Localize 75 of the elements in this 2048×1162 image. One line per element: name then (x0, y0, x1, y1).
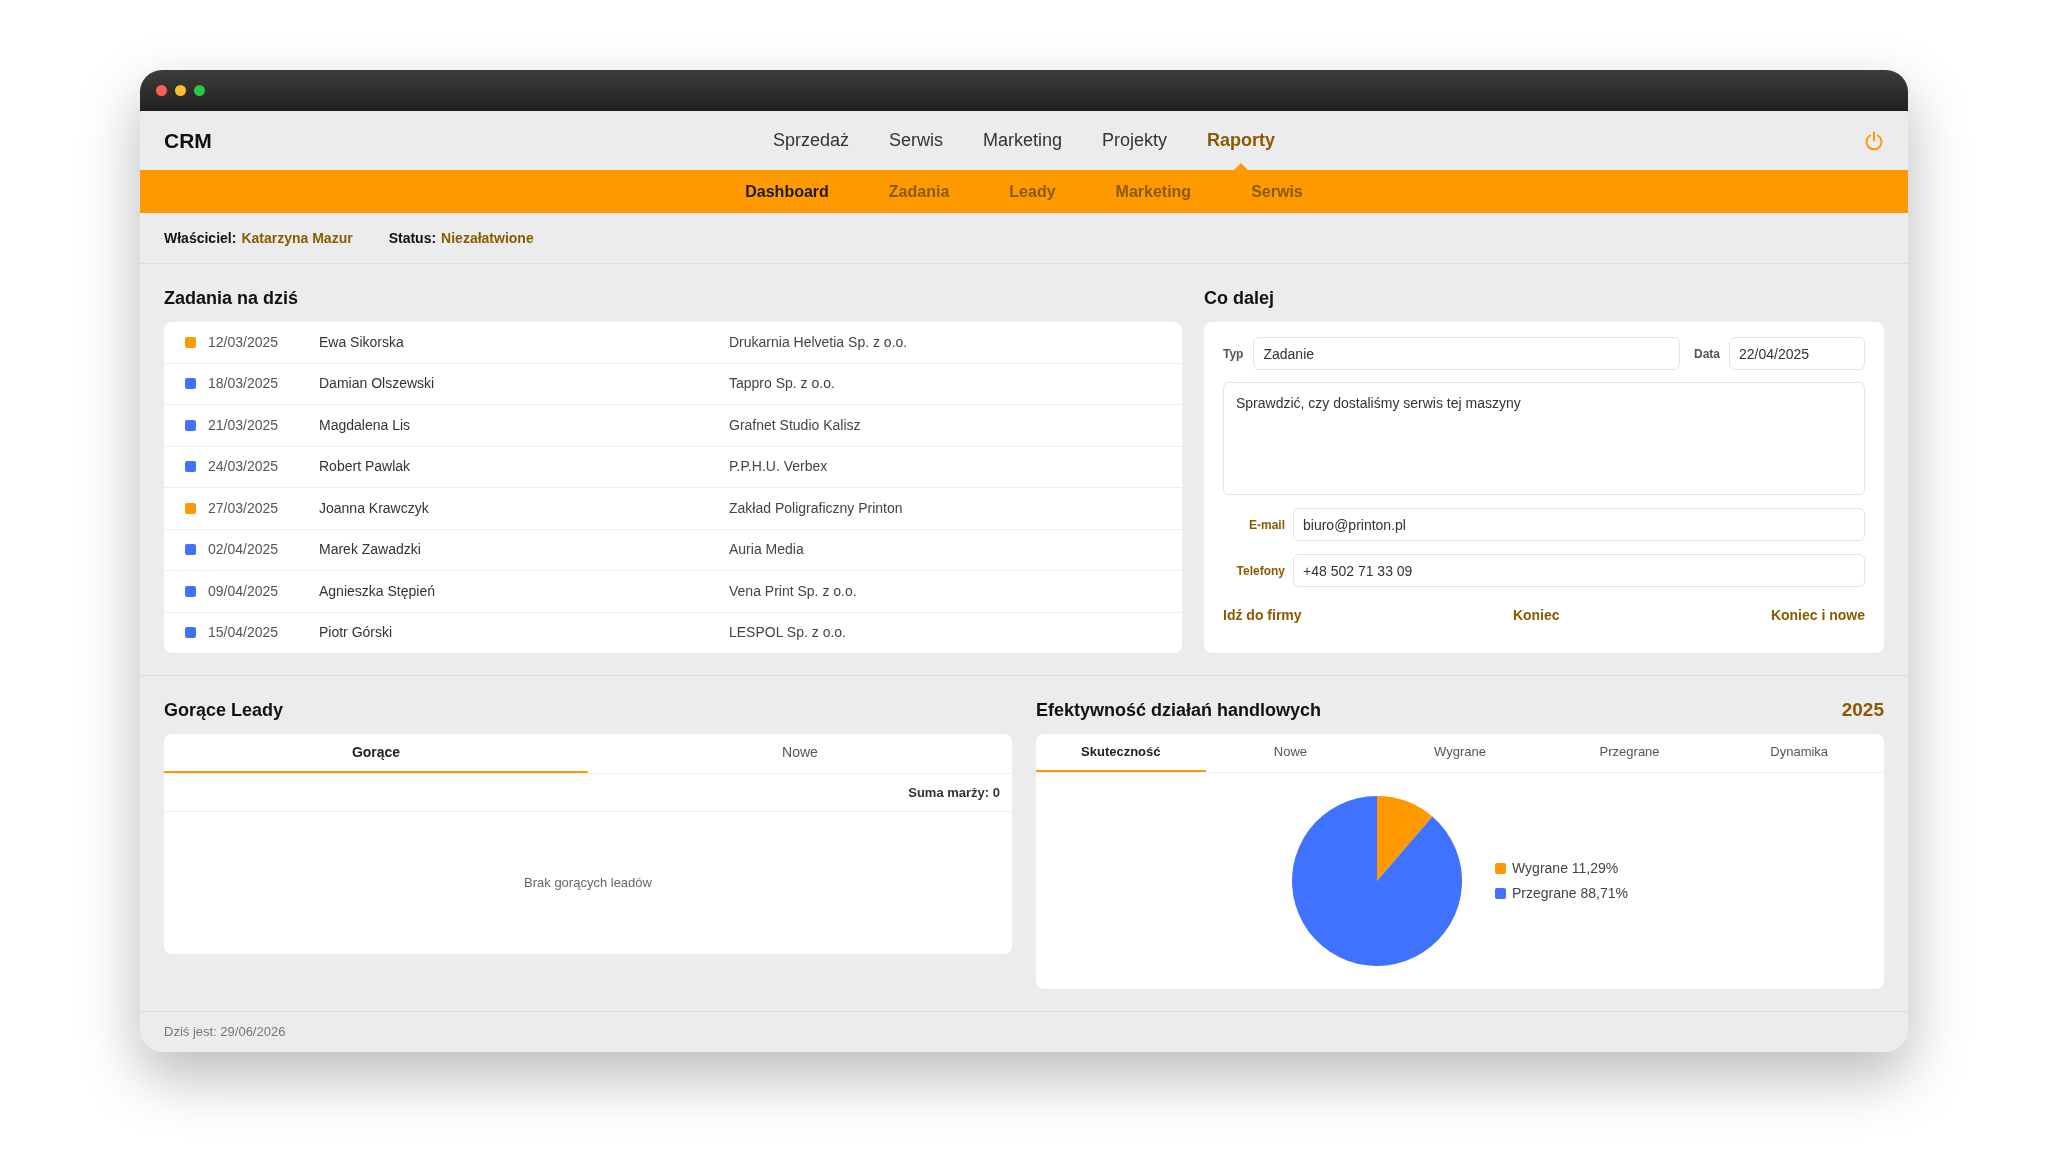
type-label: Typ (1223, 345, 1244, 363)
task-contact: Magdalena Lis (319, 416, 411, 433)
task-row[interactable]: 09/04/2025 Agnieszka Stępień Vena Print Sp. z o.o. (164, 571, 1182, 613)
phone-field[interactable]: +48 502 71 33 09 (1293, 554, 1865, 587)
nav-tab[interactable]: Marketing (983, 111, 1062, 170)
section-title: Efektywność działań handlowych (1036, 699, 1322, 722)
task-row[interactable]: 02/04/2025 Marek Zawadzki Auria Media (164, 529, 1182, 571)
margin-sum-text: Suma marży: 0 (908, 783, 1000, 802)
section-title: Zadania na dziś (164, 287, 300, 310)
year-label[interactable]: 2025 (1841, 698, 1884, 722)
section-title: Co dalej (1204, 287, 1275, 310)
subnav-tab[interactable]: Dashboard (745, 170, 829, 213)
task-date: 12/03/2025 (208, 333, 279, 350)
task-company: Drukarnia Helvetia Sp. z o.o. (729, 332, 908, 352)
current-date-text: Dziś jest: 29/06/2026 (164, 1023, 286, 1042)
chart-tab[interactable]: Dynamika (1714, 734, 1884, 772)
section-title: Gorące Leady (164, 699, 285, 722)
task-row[interactable]: 24/03/2025 Robert Pawlak P.P.H.U. Verbex (164, 446, 1182, 488)
email-field[interactable]: biuro@printon.pl (1293, 508, 1865, 541)
task-row[interactable]: 15/04/2025 Piotr Górski LESPOL Sp. z o.o. (164, 612, 1182, 653)
type-field[interactable]: Zadanie (1253, 337, 1680, 370)
task-contact: Joanna Krawczyk (319, 499, 429, 516)
action-link[interactable]: Idź do firmy (1223, 605, 1302, 626)
action-link[interactable]: Koniec (1512, 605, 1560, 626)
date-field[interactable]: 22/04/2025 (1729, 337, 1865, 370)
chart-tab[interactable]: Nowe (1205, 734, 1376, 772)
task-company: P.P.H.U. Verbex (729, 457, 828, 477)
task-date: 09/04/2025 (208, 582, 279, 599)
task-contact: Ewa Sikorska (319, 333, 404, 350)
task-contact: Robert Pawlak (319, 458, 411, 475)
task-date: 27/03/2025 (208, 499, 279, 516)
task-company: Zakład Poligraficzny Printon (729, 498, 903, 518)
task-date: 21/03/2025 (208, 416, 279, 433)
task-contact: Marek Zawadzki (319, 541, 421, 558)
leads-tab[interactable]: Gorące (164, 734, 588, 773)
chart-tab[interactable]: Wygrane (1375, 734, 1545, 772)
action-link[interactable]: Koniec i nowe (1770, 605, 1865, 626)
leads-tab[interactable]: Nowe (588, 734, 1012, 773)
date-label: Data (1694, 345, 1720, 363)
task-company: Vena Print Sp. z o.o. (729, 581, 857, 601)
window-minimize-icon[interactable] (175, 85, 186, 96)
legend-label: Wygrane 11,29% (1512, 859, 1619, 878)
chart-tab[interactable]: Przegrane (1544, 734, 1715, 772)
task-contact: Damian Olszewski (319, 375, 435, 392)
window-zoom-icon[interactable] (194, 85, 205, 96)
nav-tab[interactable]: Serwis (888, 111, 943, 170)
task-company: Tappro Sp. z o.o. (729, 374, 835, 394)
task-company: LESPOL Sp. z o.o. (729, 623, 846, 643)
info-value[interactable]: Katarzyna Mazur (241, 227, 353, 249)
info-label: Właściciel: (164, 228, 237, 248)
task-date: 15/04/2025 (208, 624, 279, 641)
task-row[interactable]: 12/03/2025 Ewa Sikorska Drukarnia Helvetia Sp. z o.o. (164, 322, 1182, 364)
chart-tab[interactable]: Skuteczność (1036, 734, 1206, 772)
empty-message: Brak gorących leadów (524, 874, 652, 893)
task-date: 18/03/2025 (208, 375, 279, 392)
app-logo[interactable]: CRM (164, 128, 212, 152)
task-row[interactable]: 21/03/2025 Magdalena Lis Grafnet Studio Kalisz (164, 405, 1182, 447)
info-label: Status: (388, 228, 437, 248)
nav-tab[interactable]: Projekty (1102, 111, 1168, 170)
nav-tab[interactable]: Sprzedaż (772, 111, 849, 170)
note-field[interactable]: Sprawdzić, czy dostaliśmy serwis tej maszyny (1223, 382, 1865, 495)
window-close-icon[interactable] (156, 85, 167, 96)
task-contact: Piotr Górski (319, 624, 393, 641)
info-value[interactable]: Niezałatwione (441, 227, 534, 249)
email-label: E-mail (1249, 516, 1285, 534)
legend-label: Przegrane 88,71% (1512, 884, 1628, 903)
task-row[interactable]: 18/03/2025 Damian Olszewski Tappro Sp. z o.o. (164, 363, 1182, 405)
task-date: 24/03/2025 (208, 458, 279, 475)
task-contact: Agnieszka Stępień (319, 582, 435, 599)
task-company: Auria Media (729, 540, 804, 560)
task-company: Grafnet Studio Kalisz (729, 415, 861, 435)
task-date: 02/04/2025 (208, 541, 279, 558)
task-row[interactable]: 27/03/2025 Joanna Krawczyk Zakład Poligraficzny Printon (164, 488, 1182, 530)
phone-label: Telefony (1236, 562, 1285, 580)
nav-tab[interactable]: Raporty (1207, 111, 1276, 170)
